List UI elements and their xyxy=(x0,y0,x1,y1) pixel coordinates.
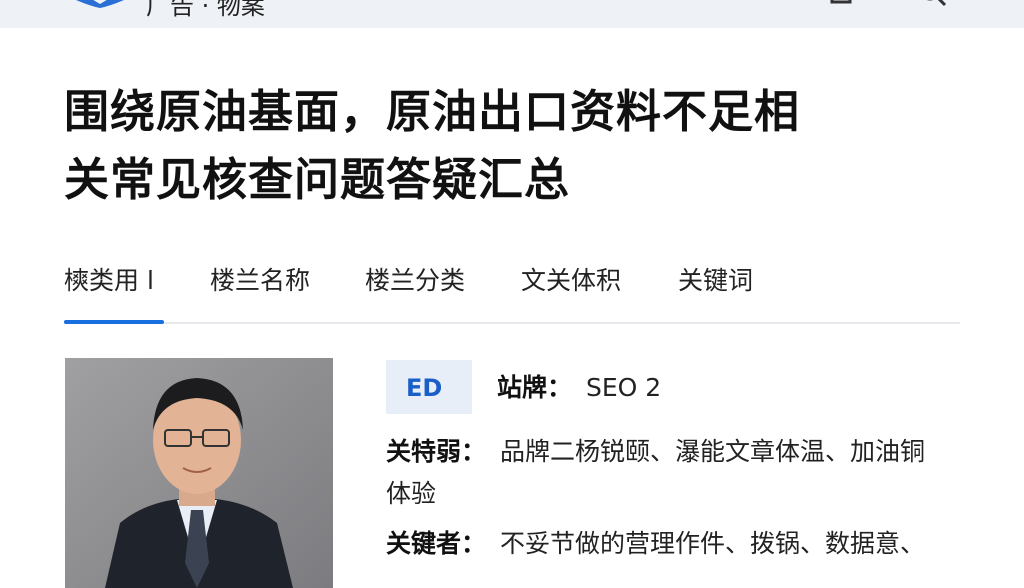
feature-row-cont: 体验 xyxy=(386,472,436,516)
portrait-image xyxy=(65,358,333,588)
feature-value: 品牌二杨锐颐、瀑能文章体温、加油铜 xyxy=(500,437,926,466)
search-icon[interactable] xyxy=(918,0,948,8)
square-icon[interactable] xyxy=(826,0,856,8)
title-line-2: 关常见核查问题答疑汇总 xyxy=(64,153,571,206)
title-line-1: 围绕原油基面，原油出口资料不足相 xyxy=(64,85,801,138)
top-navigation-bar: 广告 · 物案 xyxy=(0,0,1024,28)
feature-key: 关特弱： xyxy=(386,437,487,466)
tab-bar: 樉类用 l 楼兰名称 楼兰分类 文关体积 关键词 xyxy=(64,258,960,324)
tab-active[interactable]: 樉类用 l xyxy=(64,258,164,324)
site-badge: ED xyxy=(386,360,472,414)
feature-row: 关特弱： 品牌二杨锐颐、瀑能文章体温、加油铜 xyxy=(386,430,966,474)
tab-keywords[interactable]: 关键词 xyxy=(678,258,753,322)
page-title: 围绕原油基面，原油出口资料不足相 关常见核查问题答疑汇总 xyxy=(64,78,974,214)
keyword-row: 关键者： 不妥节做的营理作件、拨锅、数据意、 xyxy=(386,522,966,566)
profile-photo xyxy=(65,358,333,588)
brand-row: 站牌： SEO 2 xyxy=(497,366,661,410)
keyword-key: 关键者： xyxy=(386,529,487,558)
tab-category[interactable]: 楼兰分类 xyxy=(365,258,465,322)
svg-text:ED: ED xyxy=(406,374,442,401)
tab-volume[interactable]: 文关体积 xyxy=(521,258,621,322)
brand-key: 站牌： xyxy=(497,373,573,402)
breadcrumb[interactable]: 广告 · 物案 xyxy=(146,0,265,21)
tab-name[interactable]: 楼兰名称 xyxy=(210,258,310,322)
keyword-value: 不妥节做的营理作件、拨锅、数据意、 xyxy=(500,529,926,558)
brand-value: SEO 2 xyxy=(586,373,662,402)
book-logo-icon[interactable] xyxy=(72,0,128,8)
feature-value-cont: 体验 xyxy=(386,479,437,508)
badge-logo-icon: ED xyxy=(406,374,442,401)
